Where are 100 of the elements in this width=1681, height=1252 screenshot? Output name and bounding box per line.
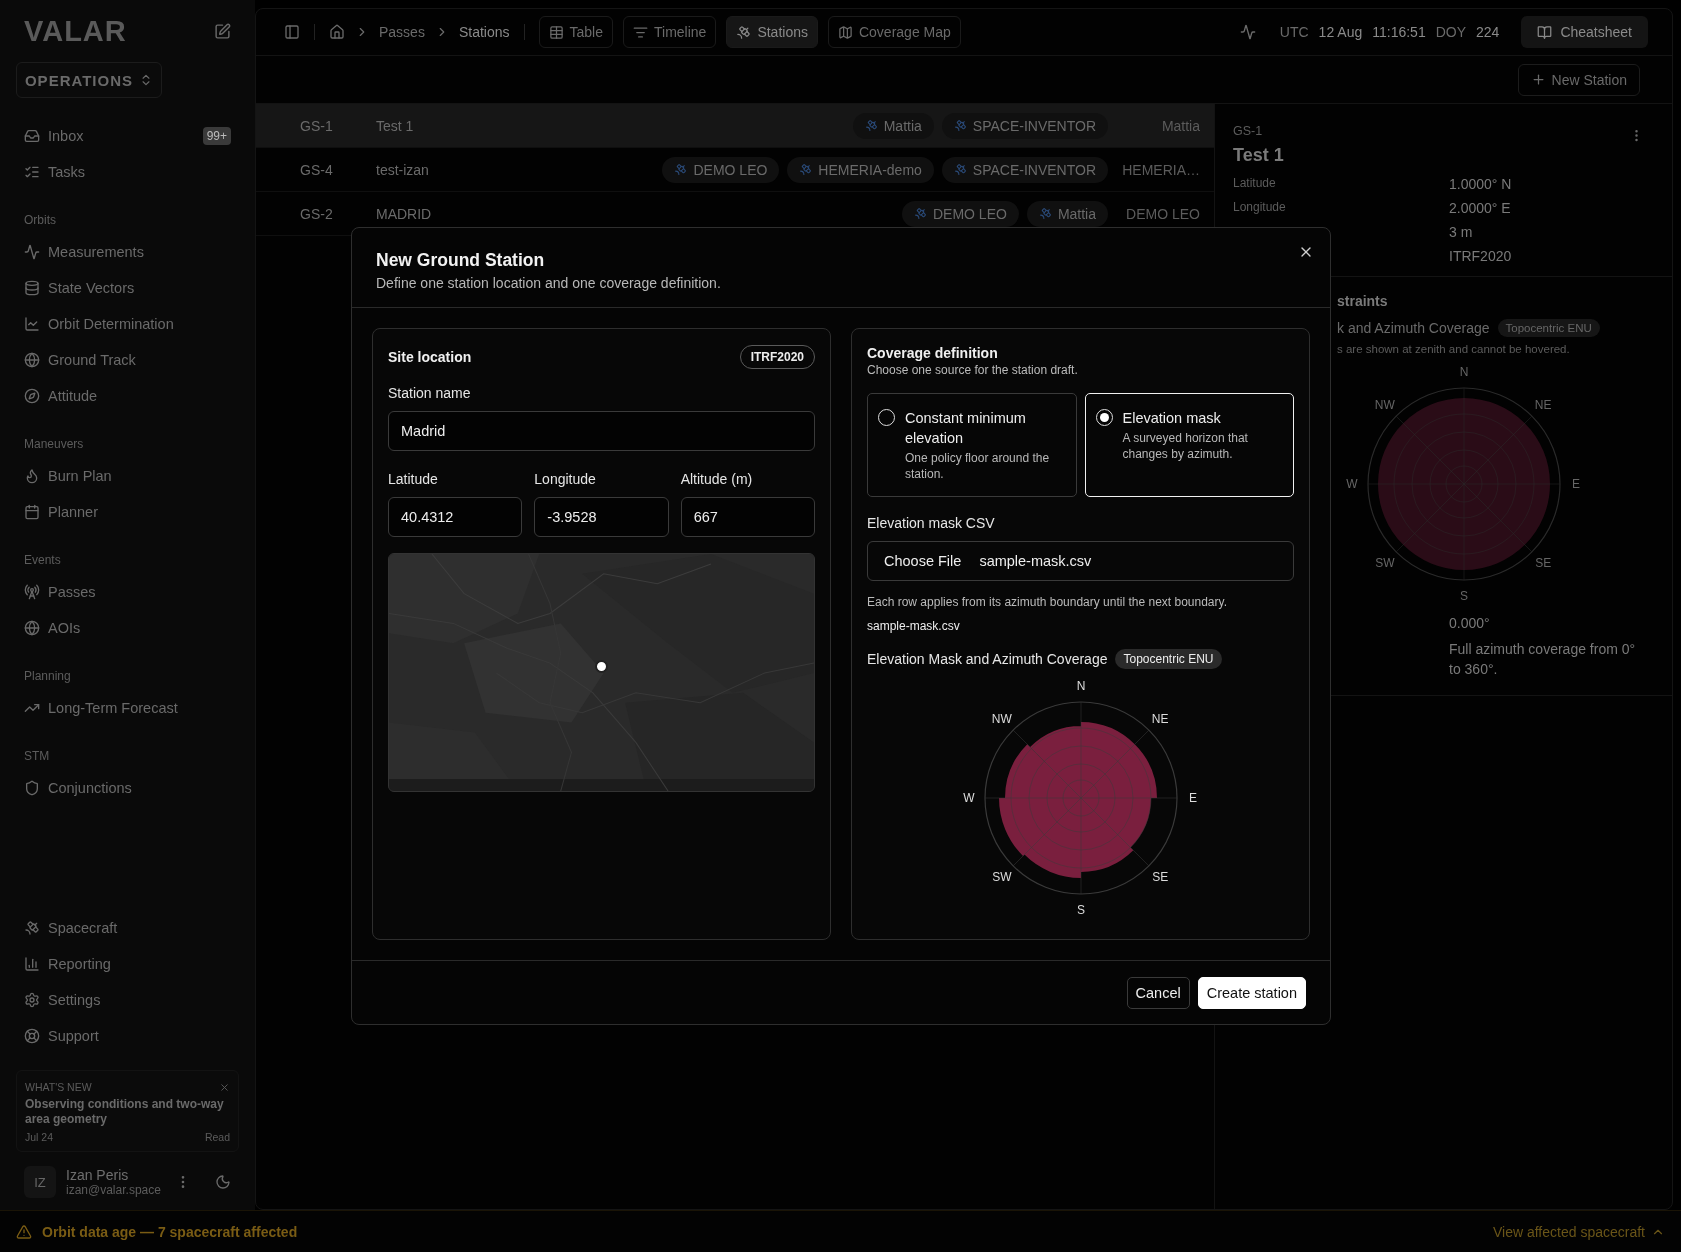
station-name-field[interactable]: Madrid [388,411,815,451]
workspace-switcher[interactable]: OPERATIONS [16,62,162,98]
satellite-icon [1038,207,1052,220]
nav-item[interactable]: AOIs [16,610,239,646]
coordinate-field[interactable]: -3.9528 [534,497,669,537]
nav-section-title: STM [23,748,51,765]
compass-label: SE [1151,870,1168,885]
nav-item[interactable]: State Vectors [16,270,239,306]
option-description: A surveyed horizon that changes by azimuth. [1122,430,1249,462]
nav-item[interactable]: Attitude [16,378,239,414]
breadcrumb[interactable]: Passes [379,24,425,40]
field-value: Full azimuth coverage from 0° to 360°. [1449,640,1637,679]
nav-item[interactable]: Long-Term Forecast [16,690,239,726]
view-tab[interactable]: Timeline [623,16,717,48]
cancel-button[interactable]: Cancel [1126,976,1190,1009]
detail-id: GS-1 [1233,123,1263,138]
view-tab[interactable]: Coverage Map [827,16,961,48]
clock-date: 12 Aug [1318,24,1363,40]
nav-item[interactable]: Settings [16,982,239,1018]
activity-icon[interactable] [1239,24,1256,40]
station-name: Test 1 [376,117,414,134]
spacecraft-tag: DEMO LEO [662,156,780,183]
shield-icon [24,780,40,796]
doy-value: 224 [1476,24,1500,40]
cheatsheet-button[interactable]: Cheatsheet [1521,16,1648,48]
spacecraft-tag: DEMO LEO [901,200,1019,227]
count-badge: 99+ [202,127,231,145]
calendar-icon [24,504,40,520]
line-chart-icon [24,316,40,332]
station-row[interactable]: GS-1 Test 1 Mattia SPACE-INVENTOR Mattia [256,104,1214,148]
home-icon[interactable] [329,24,345,40]
field-label: Latitude [388,471,439,487]
nav-section-title: Events [23,552,62,569]
source-option[interactable]: Elevation mask A surveyed horizon that changes by azimuth. [1084,393,1294,497]
nav-section-title: Maneuvers [23,436,85,453]
frame-badge: Topocentric ENU [1497,319,1600,337]
source-option[interactable]: Constant minimum elevation One policy floor around the station. [867,393,1077,497]
lifebuoy-icon [24,1028,40,1044]
nav-item[interactable]: Conjunctions [16,770,239,806]
card-subtitle: Choose one source for the station draft. [867,363,1079,377]
compass-label: N [1076,679,1085,693]
field-label: Latitude [1233,176,1277,192]
nav-item[interactable]: Burn Plan [16,458,239,494]
station-owner: DEMO LEO [1125,205,1200,222]
user-avatar: IZ [24,1166,56,1198]
nav-item[interactable]: Tasks [16,154,239,190]
user-name: Izan Peris [66,1167,130,1183]
nav-item[interactable]: Measurements [16,234,239,270]
view-tab[interactable]: Stations [726,16,818,48]
new-station-button[interactable]: New Station [1517,63,1640,96]
chart-title: k and Azimuth Coverage [1337,320,1490,336]
read-link[interactable]: Read [204,1131,230,1143]
warning-icon [16,1223,32,1240]
file-input-field[interactable]: Choose File sample-mask.csv [867,541,1294,581]
satellite-icon [736,24,752,40]
news-kicker: WHAT'S NEW [25,1081,92,1093]
plus-icon [1530,72,1546,87]
compass-label: SE [1534,556,1551,571]
nav-section-title: Orbits [23,212,57,229]
nav-item[interactable]: Passes [16,574,239,610]
nav-item[interactable]: Inbox 99+ [16,118,239,154]
nav-item[interactable]: Reporting [16,946,239,982]
bar-chart-icon [24,956,40,972]
close-icon[interactable] [219,1081,230,1093]
help-text: Each row applies from its azimuth boundary until the next boundary. [867,595,1228,609]
create-station-button[interactable]: Create station [1197,976,1306,1009]
news-date: Jul 24 [25,1131,54,1143]
field-value: 1.0000° N [1449,176,1513,192]
coordinate-field[interactable]: 40.4312 [388,497,523,537]
field-label: Longitude [534,471,597,487]
satellite-icon [864,119,878,132]
moon-icon[interactable] [215,1174,231,1190]
satellite-icon [953,163,967,176]
nav-item[interactable]: Spacecraft [16,910,239,946]
nav-item[interactable]: Planner [16,494,239,530]
selected-file-name: sample-mask.csv [867,619,961,633]
field-label: Station name [388,385,472,401]
station-id: GS-2 [300,205,334,222]
view-tab[interactable]: Table [538,16,613,48]
nav-item[interactable]: Support [16,1018,239,1054]
nav-item[interactable]: Ground Track [16,342,239,378]
status-message: Orbit data age — 7 spacecraft affected [42,1223,298,1240]
breadcrumb[interactable]: Stations [458,24,510,40]
compose-icon[interactable] [214,22,231,40]
field-value: 2.0000° E [1449,200,1512,216]
field-label: Elevation mask CSV [867,515,996,531]
field-label: Altitude (m) [680,471,754,487]
choose-file-button[interactable]: Choose File [876,549,970,573]
coordinate-field[interactable]: 667 [680,497,815,537]
field-label: Longitude [1233,200,1287,216]
globe-icon [24,620,40,636]
doy-label: DOY [1435,24,1467,40]
dialog-subtitle: Define one station location and one coverage definition. [376,275,722,291]
satellite-icon [674,163,688,176]
nav-item[interactable]: Orbit Determination [16,306,239,342]
status-link[interactable]: View affected spacecraft [1492,1223,1665,1240]
station-row[interactable]: GS-4 test-izan DEMO LEO HEMERIA-demo SPACE-INVENTOR HEMERIA… [256,148,1214,192]
compass-label: W [962,791,975,805]
sidebar-toggle-icon[interactable] [284,24,300,40]
antenna-icon [24,584,40,600]
